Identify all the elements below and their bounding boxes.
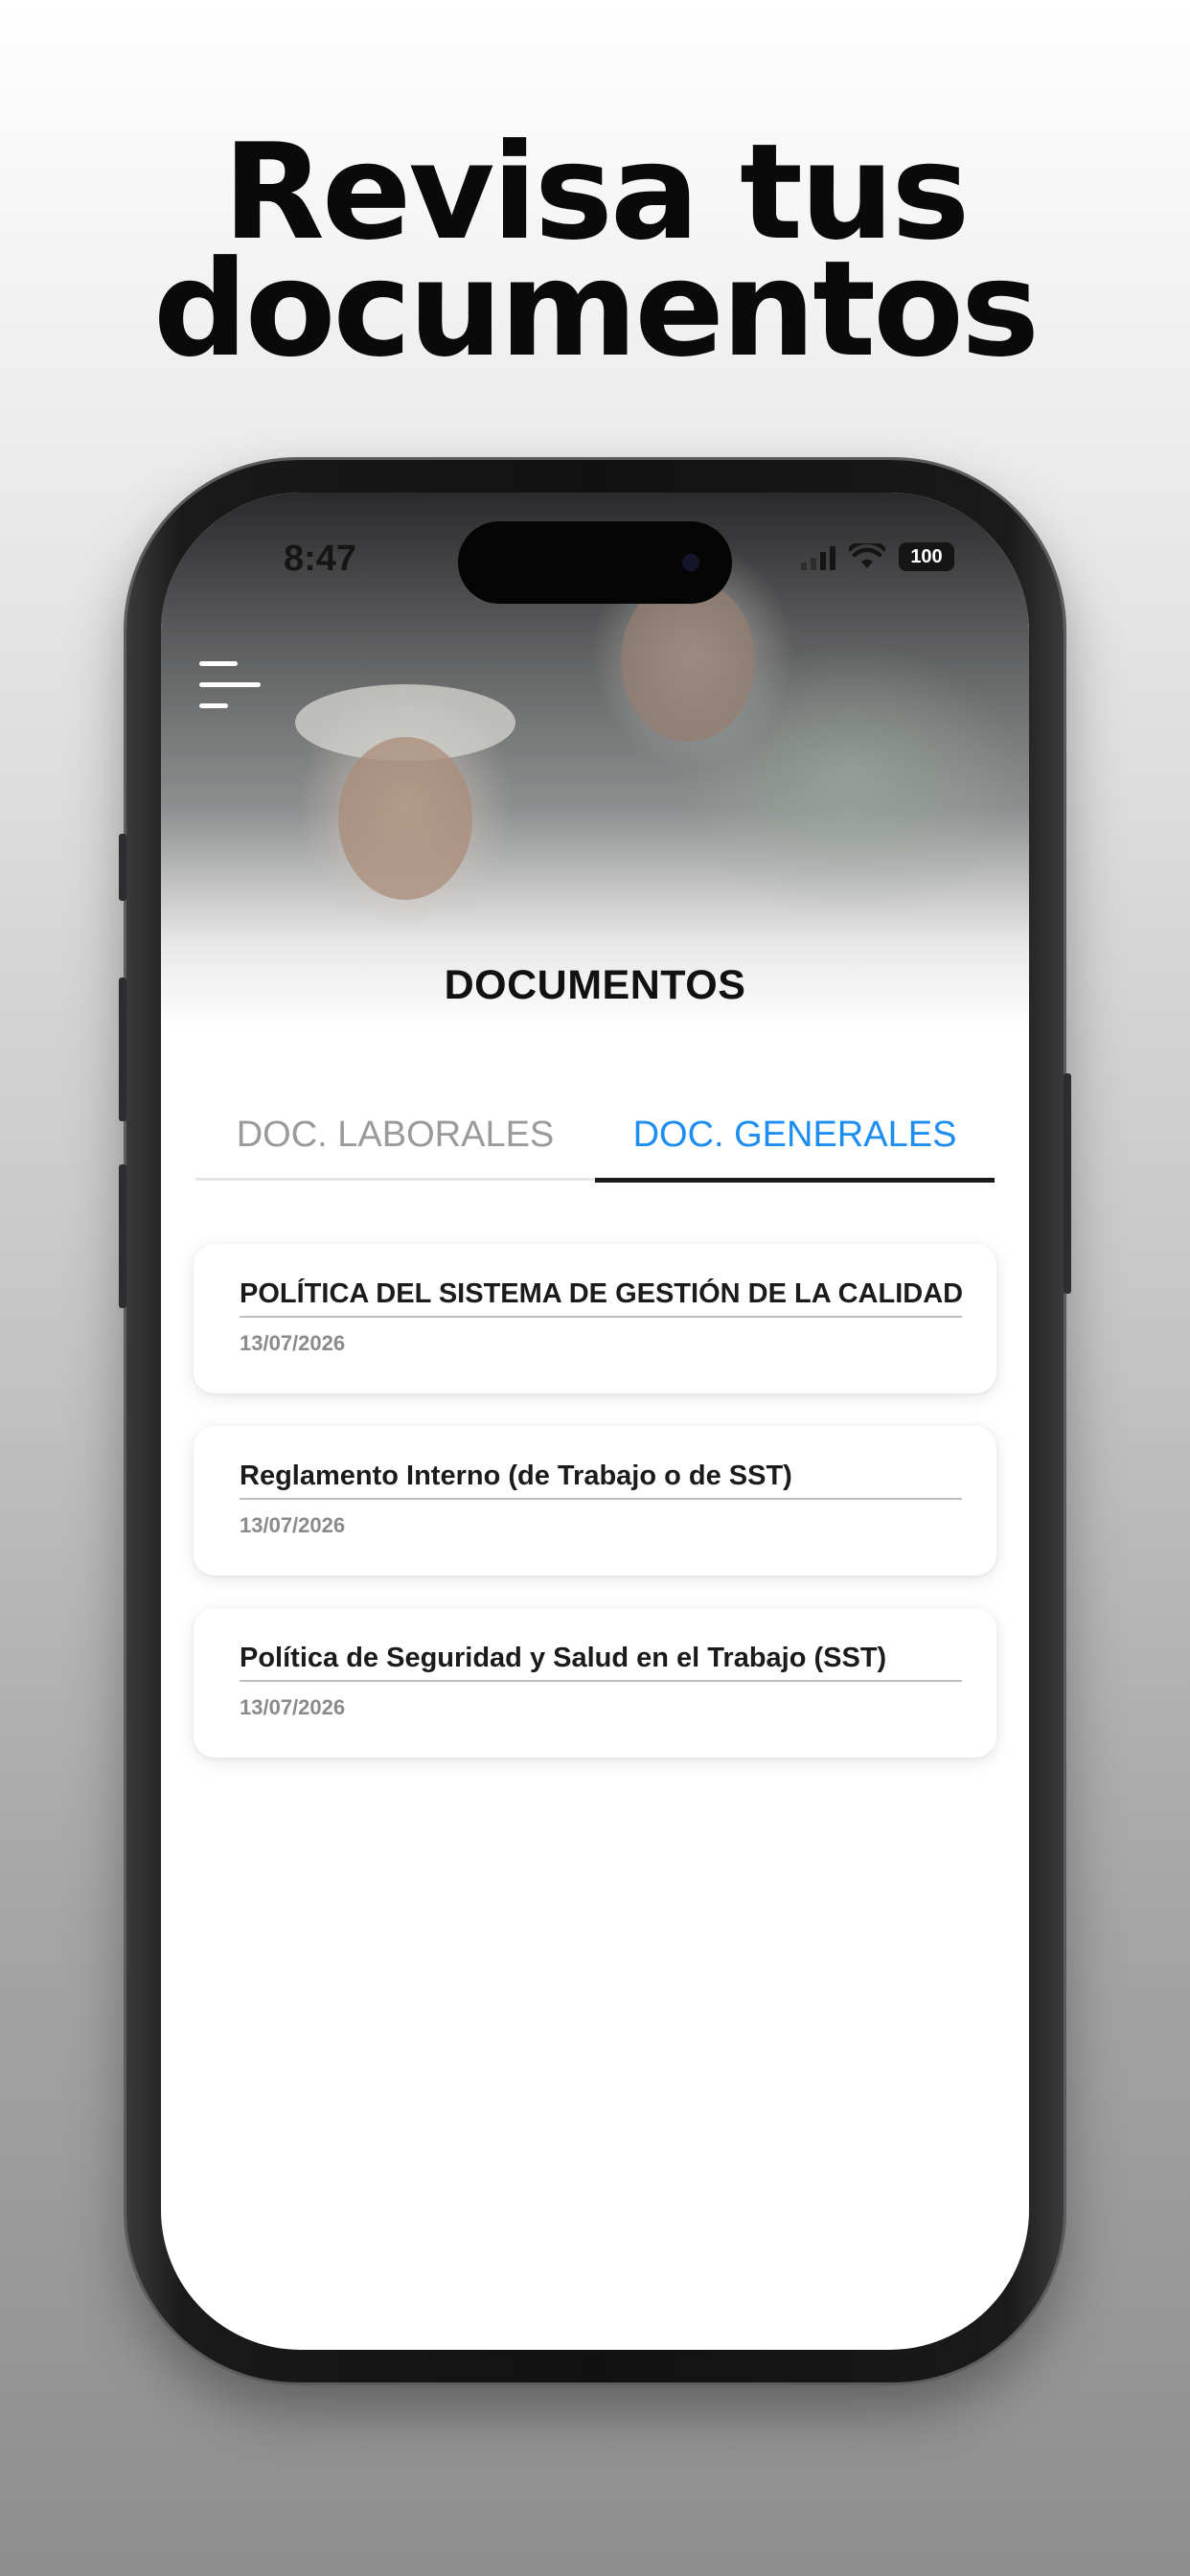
document-title: Política de Seguridad y Salud en el Trab…	[240, 1643, 962, 1682]
wifi-icon	[849, 543, 885, 568]
document-list: POLÍTICA DEL SISTEMA DE GESTIÓN DE LA CA…	[194, 1244, 996, 1790]
app-screen: 8:47 100 DOCUMENTOS DOC. LABORALES DOC. …	[161, 493, 1029, 2350]
document-title: Reglamento Interno (de Trabajo o de SST)	[240, 1460, 962, 1500]
page-title: DOCUMENTOS	[444, 962, 746, 1008]
document-card[interactable]: Política de Seguridad y Salud en el Trab…	[194, 1608, 996, 1758]
hamburger-menu-icon[interactable]	[199, 661, 261, 715]
document-date: 13/07/2026	[240, 1331, 346, 1355]
hero-figure-face-left	[338, 737, 472, 900]
tab-doc-laborales[interactable]: DOC. LABORALES	[195, 1106, 595, 1178]
volume-down-button	[119, 1164, 126, 1308]
action-button	[119, 834, 126, 901]
power-button	[1064, 1073, 1071, 1294]
document-title: POLÍTICA DEL SISTEMA DE GESTIÓN DE LA CA…	[240, 1278, 962, 1318]
front-camera	[682, 554, 699, 571]
phone-frame: 8:47 100 DOCUMENTOS DOC. LABORALES DOC. …	[119, 460, 1071, 2382]
status-icons: 100	[801, 542, 954, 571]
battery-icon: 100	[899, 542, 954, 571]
promo-headline: Revisa tus documentos	[0, 126, 1190, 386]
document-date: 13/07/2026	[240, 1513, 346, 1537]
document-card[interactable]: POLÍTICA DEL SISTEMA DE GESTIÓN DE LA CA…	[194, 1244, 996, 1393]
document-date: 13/07/2026	[240, 1695, 346, 1719]
status-time: 8:47	[284, 539, 357, 579]
volume-up-button	[119, 978, 126, 1121]
document-card[interactable]: Reglamento Interno (de Trabajo o de SST)…	[194, 1426, 996, 1576]
dynamic-island	[458, 521, 732, 604]
tab-doc-generales[interactable]: DOC. GENERALES	[595, 1106, 995, 1183]
cellular-signal-icon	[801, 543, 835, 570]
headline-line-2: documentos	[152, 232, 1040, 386]
document-tabs: DOC. LABORALES DOC. GENERALES	[195, 1106, 995, 1183]
